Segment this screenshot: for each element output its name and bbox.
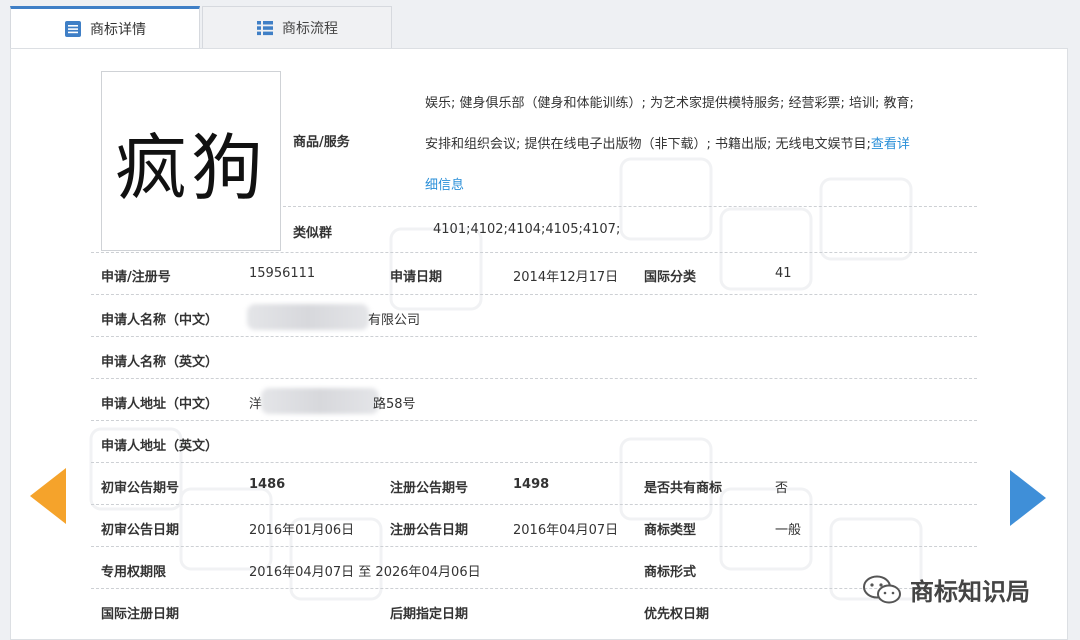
divider	[91, 336, 977, 337]
tab-trademark-process[interactable]: 商标流程	[202, 6, 392, 48]
shared-label: 是否共有商标	[644, 481, 723, 496]
divider	[91, 588, 977, 589]
reg-pub-date-value: 2016年04月07日	[513, 523, 619, 538]
divider	[91, 546, 977, 547]
apply-date-value: 2014年12月17日	[513, 270, 619, 285]
document-list-icon	[65, 21, 81, 37]
apply-date-label: 申请日期	[390, 270, 443, 285]
reg-pub-no-label: 注册公告期号	[390, 481, 469, 496]
reg-pub-date-label: 注册公告日期	[390, 523, 469, 538]
prelim-no-label: 初审公告期号	[101, 481, 180, 496]
goods-services-value: 娱乐; 健身俱乐部（健身和体能训练）; 为艺术家提供模特服务; 经营彩票; 培训…	[425, 83, 985, 206]
goods-line: 安排和组织会议; 提供在线电子出版物（非下载）; 书籍出版; 无线电文娱节目;查…	[425, 137, 910, 152]
divider	[283, 206, 977, 207]
trademark-image: 疯狗	[101, 71, 281, 251]
wechat-icon	[863, 575, 901, 603]
similar-group-value: 4101;4102;4104;4105;4107;	[433, 222, 621, 237]
next-arrow-icon[interactable]	[1010, 470, 1046, 526]
exclusive-value: 2016年04月07日 至 2026年04月06日	[249, 565, 481, 580]
prelim-date-value: 2016年01月06日	[249, 523, 355, 538]
applicant-en-label: 申请人名称（英文）	[101, 355, 219, 370]
view-details-link[interactable]: 查看详	[871, 137, 910, 152]
shared-value: 否	[775, 481, 789, 496]
address-cn-label: 申请人地址（中文）	[101, 397, 219, 412]
type-label: 商标类型	[644, 523, 697, 538]
divider	[91, 420, 977, 421]
divider	[91, 378, 977, 379]
tab-label: 商标流程	[282, 20, 338, 37]
goods-services-label: 商品/服务	[293, 135, 350, 150]
previous-arrow-icon[interactable]	[30, 468, 66, 524]
tab-label: 商标详情	[90, 22, 146, 38]
trademark-text: 疯狗	[114, 125, 267, 210]
divider	[91, 252, 977, 253]
address-en-label: 申请人地址（英文）	[101, 439, 219, 454]
details-panel: 疯狗 商品/服务 娱乐; 健身俱乐部（健身和体能训练）; 为艺术家提供模特服务;…	[10, 48, 1068, 640]
intl-class-value: 41	[775, 266, 792, 281]
grid-list-icon	[257, 20, 273, 35]
type-value: 一般	[775, 523, 802, 538]
later-designation-label: 后期指定日期	[390, 607, 469, 622]
prelim-date-label: 初审公告日期	[101, 523, 180, 538]
wechat-account-badge: 商标知识局	[862, 572, 1030, 607]
reg-no-label: 申请/注册号	[101, 270, 171, 285]
divider	[91, 462, 977, 463]
prelim-no-value: 1486	[249, 477, 286, 492]
divider	[91, 294, 977, 295]
view-details-link-cont[interactable]: 细信息	[425, 178, 464, 193]
applicant-cn-value: 有限公司	[368, 313, 421, 328]
form-label: 商标形式	[644, 565, 697, 580]
intl-reg-date-label: 国际注册日期	[101, 607, 180, 622]
redacted-blur	[247, 304, 369, 330]
goods-line: 娱乐; 健身俱乐部（健身和体能训练）; 为艺术家提供模特服务; 经营彩票; 培训…	[425, 96, 914, 111]
divider	[91, 504, 977, 505]
intl-class-label: 国际分类	[644, 270, 697, 285]
applicant-cn-label: 申请人名称（中文）	[101, 313, 219, 328]
reg-no-value: 15956111	[249, 266, 316, 281]
priority-date-label: 优先权日期	[644, 607, 710, 622]
exclusive-label: 专用权期限	[101, 565, 167, 580]
goods-line: 细信息	[425, 165, 985, 206]
address-cn-value-end: 路58号	[373, 397, 416, 412]
redacted-blur	[261, 388, 379, 414]
reg-pub-no-value: 1498	[513, 477, 550, 492]
tab-trademark-details[interactable]: 商标详情	[10, 6, 200, 49]
similar-group-label: 类似群	[293, 226, 333, 241]
tab-bar: 商标详情 商标流程	[10, 6, 1070, 49]
wechat-account-name: 商标知识局	[910, 578, 1030, 606]
